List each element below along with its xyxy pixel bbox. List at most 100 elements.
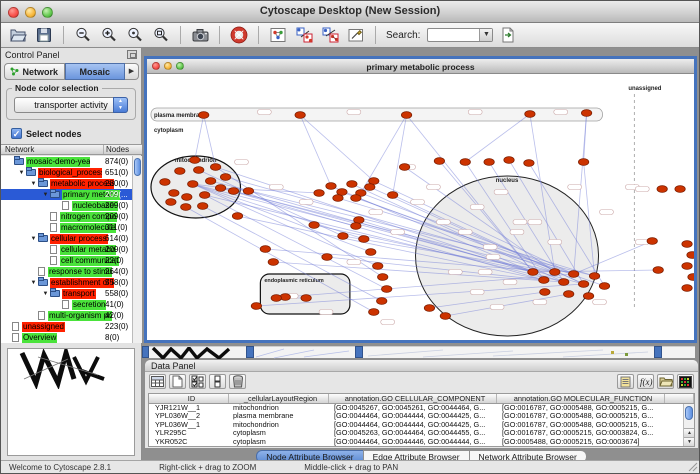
unselect-attributes-button[interactable]	[209, 374, 226, 389]
graph-node[interactable]	[268, 259, 278, 266]
zoom-out-button[interactable]	[72, 25, 94, 45]
table-row[interactable]: YKR052Ccytoplasm[GO:0044464, GO:0044446,…	[149, 438, 694, 446]
search-dropdown-icon[interactable]: ▼	[479, 29, 492, 41]
graph-node[interactable]	[540, 289, 550, 296]
graph-node[interactable]	[504, 157, 514, 164]
graph-node[interactable]	[377, 298, 387, 305]
graph-node[interactable]	[295, 112, 305, 119]
network-graph[interactable]: plasma membrane cytoplasm mitochondrion …	[147, 74, 694, 340]
tree-row[interactable]: mosaic-demo-yeast874(0)	[1, 156, 132, 167]
graph-node[interactable]	[160, 179, 170, 186]
tree-row[interactable]: ▼biological_process651(0)	[1, 167, 132, 178]
select-attributes-button[interactable]	[189, 374, 206, 389]
graph-node[interactable]	[559, 279, 569, 286]
tree-row[interactable]: ▼transport558(0)	[1, 288, 132, 299]
graph-node[interactable]	[365, 184, 375, 191]
tabs-overflow-button[interactable]: ▶	[125, 63, 139, 80]
overview-button[interactable]	[267, 25, 289, 45]
graph-node[interactable]	[528, 269, 538, 276]
tree-row[interactable]: response to stimulu264(0)	[1, 266, 132, 277]
destroy-view-button[interactable]	[293, 25, 315, 45]
table-row[interactable]: YLR295Ccytoplasm[GO:0045263, GO:0044464,…	[149, 429, 694, 437]
zoom-in-button[interactable]	[98, 25, 120, 45]
background-window-fragment[interactable]	[254, 346, 355, 358]
graph-node[interactable]	[198, 203, 208, 210]
help-button[interactable]	[228, 25, 250, 45]
tree-row[interactable]: ▼cellular process614(0)	[1, 233, 132, 244]
new-attribute-button[interactable]	[169, 374, 186, 389]
tree-row[interactable]: ▼primary metabo209(...	[1, 189, 132, 200]
graph-node[interactable]	[338, 233, 348, 240]
graph-node[interactable]	[524, 160, 534, 167]
tree-row[interactable]: ▼establishment of lo558(0)	[1, 277, 132, 288]
tree-row[interactable]: ▼metabolic process280(0)	[1, 178, 132, 189]
tree-row[interactable]: multi-organism pro42(0)	[1, 310, 132, 321]
save-button[interactable]	[33, 25, 55, 45]
table-row[interactable]: YPL036W__2plasma membrane[GO:0044464, GO…	[149, 412, 694, 420]
graph-node[interactable]	[175, 168, 185, 175]
graph-node[interactable]	[550, 269, 560, 276]
graph-node[interactable]	[564, 291, 574, 298]
graph-node[interactable]	[210, 164, 220, 171]
graph-node[interactable]	[675, 186, 685, 193]
graph-node[interactable]	[589, 273, 599, 280]
graph-node[interactable]	[228, 188, 238, 195]
background-window-border[interactable]	[355, 346, 363, 358]
scroll-down-icon[interactable]: ▼	[684, 437, 695, 446]
tree-row[interactable]: cellular metabo209(0)	[1, 244, 132, 255]
graph-node[interactable]	[181, 204, 191, 211]
graph-node[interactable]	[366, 249, 376, 256]
tree-col-nodes[interactable]: Nodes	[104, 145, 142, 154]
graph-node[interactable]	[657, 186, 667, 193]
table-row[interactable]: YPL036W__1mitochondrion[GO:0044464, GO:0…	[149, 421, 694, 429]
search-input[interactable]: ▼	[427, 28, 493, 42]
scroll-up-icon[interactable]: ▲	[684, 428, 695, 437]
background-window-fragment[interactable]	[662, 346, 695, 358]
graph-node[interactable]	[682, 263, 692, 270]
graph-node[interactable]	[525, 111, 535, 118]
import-button[interactable]	[497, 25, 519, 45]
graph-node[interactable]	[251, 303, 261, 310]
graph-node[interactable]	[484, 159, 494, 166]
tree-row[interactable]: nucleobase-209(0)	[1, 200, 132, 211]
tree-row[interactable]: cell communicat22(0)	[1, 255, 132, 266]
background-window-fragment[interactable]	[363, 346, 654, 358]
graph-node[interactable]	[687, 252, 694, 259]
tree-scrollbar[interactable]	[132, 156, 142, 343]
graph-node[interactable]	[243, 188, 253, 195]
tree-expander-icon[interactable]: ▼	[17, 170, 26, 176]
graph-node[interactable]	[314, 190, 324, 197]
graph-node[interactable]	[166, 199, 176, 206]
graph-node[interactable]	[351, 195, 361, 202]
graph-node[interactable]	[539, 277, 549, 284]
graph-edge[interactable]	[195, 115, 204, 160]
tree-expander-icon[interactable]: ▼	[29, 236, 38, 242]
graph-node[interactable]	[194, 167, 204, 174]
background-window-border[interactable]	[246, 346, 254, 358]
zoom-fit-button[interactable]	[150, 25, 172, 45]
graph-node[interactable]	[351, 223, 361, 230]
background-window-border[interactable]	[142, 346, 149, 358]
select-nodes-checkbox[interactable]: ✓	[11, 128, 22, 139]
tree-expander-icon[interactable]: ▼	[41, 192, 50, 198]
graph-node[interactable]	[382, 286, 392, 293]
graph-node[interactable]	[188, 181, 198, 188]
tree-scrollbar-thumb[interactable]	[134, 158, 141, 176]
graph-node[interactable]	[599, 283, 609, 290]
graph-node[interactable]	[647, 238, 657, 245]
graph-node[interactable]	[387, 192, 397, 199]
graph-node[interactable]	[169, 190, 179, 197]
graph-node[interactable]	[260, 246, 270, 253]
graph-node[interactable]	[322, 254, 332, 261]
graph-node[interactable]	[581, 110, 591, 117]
graph-node[interactable]	[200, 192, 210, 199]
graph-node[interactable]	[399, 164, 409, 171]
graph-node[interactable]	[578, 159, 588, 166]
import-attributes-button[interactable]	[657, 374, 674, 389]
formula-button[interactable]: f(x)	[637, 374, 654, 389]
birdseye-view[interactable]	[7, 348, 135, 456]
graph-node[interactable]	[578, 281, 588, 288]
zoom-selected-button[interactable]	[124, 25, 146, 45]
tab-mosaic[interactable]: Mosaic	[65, 63, 126, 80]
graph-node[interactable]	[688, 274, 694, 281]
